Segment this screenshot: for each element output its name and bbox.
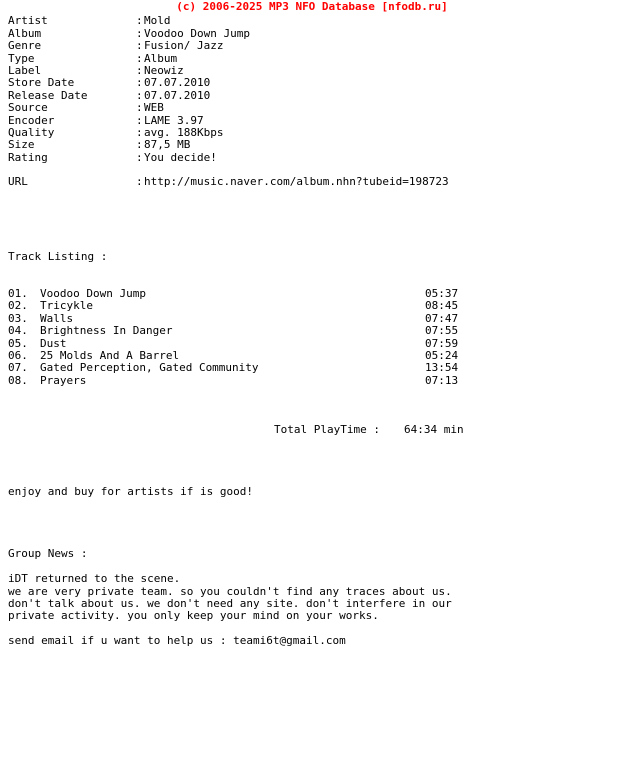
blank-lines-before-message bbox=[8, 437, 624, 487]
info-label-artist: Artist bbox=[8, 14, 48, 28]
info-label-rating: Rating bbox=[8, 150, 48, 164]
group-news-heading: Group News : bbox=[8, 547, 88, 561]
info-value-genre: Fusion/ Jazz bbox=[144, 39, 224, 53]
info-value-encoder: LAME 3.97 bbox=[144, 113, 204, 127]
track-title: Gated Perception, Gated Community bbox=[40, 361, 259, 375]
info-row-release-date: Release Date:07.07.2010 bbox=[8, 88, 624, 102]
track-number: 08. bbox=[8, 373, 28, 387]
tracklist-heading: Track Listing : bbox=[8, 249, 108, 263]
contact-email-line[interactable]: send email if u want to help us : teami6… bbox=[8, 634, 624, 647]
group-news-line: private activity. you only keep your min… bbox=[8, 609, 379, 623]
info-row-quality: Quality:avg. 188Kbps bbox=[8, 125, 624, 139]
info-value-size: 87,5 MB bbox=[144, 138, 191, 152]
blank-lines-before-total bbox=[8, 387, 624, 424]
info-separator: : bbox=[136, 175, 143, 189]
info-label-url: URL bbox=[8, 175, 28, 189]
track-title: Brightness In Danger bbox=[40, 324, 173, 338]
info-row-size: Size:87,5 MB bbox=[8, 138, 624, 152]
tracklist: 01. Voodoo Down Jump 05:37 02. Tricykle 08:4… bbox=[8, 287, 624, 387]
track-number: 04. bbox=[8, 324, 28, 338]
track-number: 02. bbox=[8, 299, 28, 313]
info-separator: : bbox=[136, 39, 143, 53]
nfo-document: (c) 2006-2025 MP3 NFO Database [nfodb.ru… bbox=[0, 0, 624, 780]
info-row-url: URL:http://music.naver.com/album.nhn?tub… bbox=[8, 175, 624, 189]
group-news-line: iDT returned to the scene. bbox=[8, 572, 181, 586]
info-separator: : bbox=[136, 138, 143, 152]
total-playtime-label: Total PlayTime : bbox=[274, 423, 380, 437]
info-row-encoder: Encoder:LAME 3.97 bbox=[8, 113, 624, 127]
track-title: Prayers bbox=[40, 373, 87, 387]
track-row: 04. Brightness In Danger 07:55 bbox=[8, 324, 624, 338]
track-row: 01. Voodoo Down Jump 05:37 bbox=[8, 287, 624, 300]
info-row-genre: Genre:Fusion/ Jazz bbox=[8, 39, 624, 53]
info-separator: : bbox=[136, 14, 143, 28]
info-value-release-date: 07.07.2010 bbox=[144, 88, 211, 102]
info-value-source: WEB bbox=[144, 101, 164, 115]
track-number: 07. bbox=[8, 361, 28, 375]
track-title: Tricykle bbox=[40, 299, 93, 313]
group-news-body: iDT returned to the scene. we are very p… bbox=[8, 572, 624, 623]
track-row: 02. Tricykle 08:45 bbox=[8, 299, 624, 313]
blank-lines-before-news bbox=[8, 499, 624, 549]
info-row-label: Label:Neowiz bbox=[8, 63, 624, 77]
enjoy-message: enjoy and buy for artists if is good! bbox=[8, 485, 254, 499]
track-duration: 07:13 bbox=[425, 373, 459, 387]
info-label-size: Size bbox=[8, 138, 35, 152]
nfodb-banner: (c) 2006-2025 MP3 NFO Database [nfodb.ru… bbox=[176, 0, 448, 13]
info-value-album: Voodoo Down Jump bbox=[144, 26, 250, 40]
total-playtime-value: 64:34 min bbox=[403, 423, 464, 437]
info-separator: : bbox=[136, 150, 143, 164]
blank-lines-after-heading bbox=[8, 263, 624, 288]
info-value-label: Neowiz bbox=[144, 63, 184, 77]
info-separator: : bbox=[136, 101, 143, 115]
info-block: Artist:Mold Album:Voodoo Down Jump Genre… bbox=[8, 14, 624, 189]
info-value-url[interactable]: http://music.naver.com/album.nhn?tubeid=… bbox=[144, 175, 449, 188]
blank-lines-before-tracklist bbox=[8, 189, 624, 251]
track-duration: 13:54 bbox=[425, 361, 459, 375]
track-row: 08. Prayers 07:13 bbox=[8, 373, 624, 387]
info-label-source: Source bbox=[8, 101, 48, 115]
info-row-rating: Rating:You decide! bbox=[8, 150, 624, 164]
info-row-store-date: Store Date:07.07.2010 bbox=[8, 76, 624, 90]
info-value-quality: avg. 188Kbps bbox=[144, 125, 224, 139]
track-row: 07. Gated Perception, Gated Community 13:5… bbox=[8, 361, 624, 375]
info-row-artist: Artist:Mold bbox=[8, 14, 624, 28]
info-value-rating: You decide! bbox=[144, 150, 217, 164]
info-value-store-date: 07.07.2010 bbox=[144, 76, 211, 90]
info-row-album: Album:Voodoo Down Jump bbox=[8, 26, 624, 40]
track-duration: 08:45 bbox=[425, 299, 459, 313]
info-separator: : bbox=[136, 76, 143, 90]
nfo-body: Artist:Mold Album:Voodoo Down Jump Genre… bbox=[0, 13, 624, 647]
info-row-type: Type:Album bbox=[8, 51, 624, 65]
total-playtime-row: Total PlayTime : 64:34 min bbox=[8, 424, 624, 436]
info-value-type: Album bbox=[144, 51, 178, 65]
info-row-source: Source:WEB bbox=[8, 101, 624, 115]
info-label-genre: Genre bbox=[8, 39, 42, 53]
info-label-store-date: Store Date bbox=[8, 76, 75, 90]
info-value-artist: Mold bbox=[144, 14, 171, 28]
track-duration: 07:55 bbox=[425, 324, 459, 338]
